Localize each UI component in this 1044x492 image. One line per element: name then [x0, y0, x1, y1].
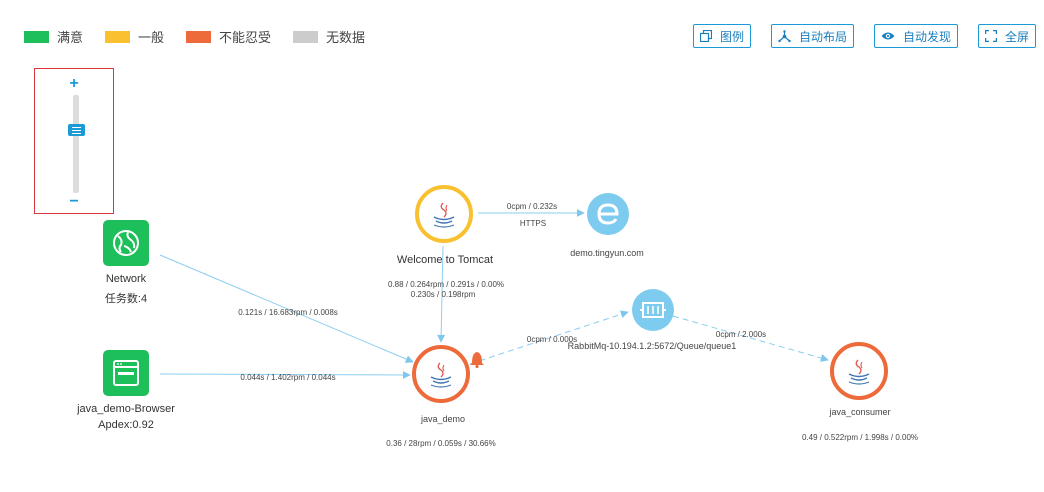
node-label-network: Network [105, 273, 147, 285]
node-welcome-to-tomcat[interactable] [415, 185, 473, 243]
node-java-consumer[interactable] [830, 342, 888, 400]
node-label-browser: java_demo-Browser [77, 403, 175, 415]
node-network[interactable] [103, 220, 149, 266]
node-java-demo[interactable] [412, 345, 470, 403]
edge-label-java-demo-rabbitmq: 0cpm / 0.000s [526, 335, 578, 344]
node-stats-java-demo: 0.36 / 28rpm / 0.059s / 30.66% [386, 439, 496, 448]
node-label-tomcat: Welcome to Tomcat [396, 254, 494, 266]
node-label-tingyun: demo.tingyun.com [570, 248, 644, 258]
node-label-rabbitmq: RabbitMq-10.194.1.2:5672/Queue/queue1 [567, 341, 737, 351]
topology-graph [103, 185, 888, 403]
node-demo-tingyun[interactable] [587, 193, 629, 235]
node-stats2-tomcat: 0.230s / 0.198rpm [410, 290, 476, 299]
node-java-demo-browser[interactable] [103, 350, 149, 396]
node-stats-tomcat: 0.88 / 0.264rpm / 0.291s / 0.00% [387, 280, 505, 289]
edge-label-tomcat-tingyun: 0cpm / 0.232s [506, 202, 558, 211]
edge-label-tomcat-tingyun-protocol: HTTPS [519, 219, 547, 228]
edge-label-rabbitmq-consumer: 0cpm / 2.000s [715, 330, 767, 339]
edge-label-browser-java-demo: 0.044s / 1.402rpm / 0.044s [240, 373, 336, 382]
node-label-consumer: java_consumer [829, 407, 891, 417]
node-sub-browser: Apdex:0.92 [98, 419, 154, 431]
node-sub-network: 任务数:4 [104, 293, 148, 305]
node-label-java-demo: java_demo [420, 414, 466, 424]
node-rabbitmq-queue[interactable] [632, 289, 674, 331]
node-stats-consumer: 0.49 / 0.522rpm / 1.998s / 0.00% [801, 433, 919, 442]
edge-label-network-java-demo: 0.121s / 16.683rpm / 0.008s [238, 308, 338, 317]
